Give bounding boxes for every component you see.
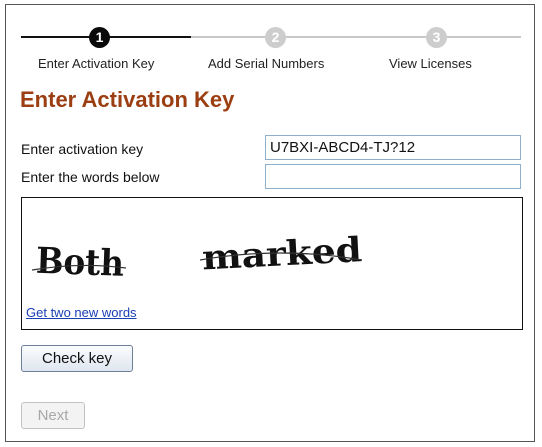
page-title: Enter Activation Key <box>20 87 235 112</box>
activation-panel: 1 2 3 Enter Activation Key Add Serial Nu… <box>5 4 535 442</box>
step-2-indicator: 2 <box>265 27 286 48</box>
activation-key-label: Enter activation key <box>21 141 144 157</box>
check-key-button[interactable]: Check key <box>21 345 133 372</box>
step-1-label: Enter Activation Key <box>38 56 155 71</box>
step-3-indicator: 3 <box>426 27 447 48</box>
step-1-indicator: 1 <box>89 27 110 48</box>
captcha-words-label: Enter the words below <box>21 169 160 185</box>
captcha-image: Both marked <box>31 230 363 285</box>
progress-line-remaining <box>191 36 521 38</box>
wizard-steps: 1 2 3 Enter Activation Key Add Serial Nu… <box>6 5 534 85</box>
step-2-label: Add Serial Numbers <box>208 56 325 71</box>
next-button[interactable]: Next <box>21 402 85 429</box>
captcha-box: Both marked Get two new words <box>21 197 523 330</box>
step-3-label: View Licenses <box>389 56 472 71</box>
captcha-word-2: marked <box>201 230 363 278</box>
captcha-words-input[interactable] <box>265 164 521 189</box>
activation-key-input[interactable] <box>265 135 521 160</box>
get-new-words-link[interactable]: Get two new words <box>26 305 137 320</box>
captcha-word-1: Both <box>35 240 124 285</box>
